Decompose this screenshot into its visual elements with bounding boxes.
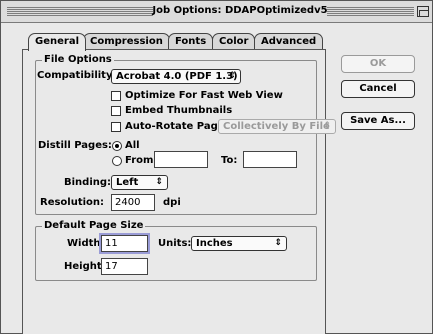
compatibility-popup[interactable]: Acrobat 4.0 (PDF 1.3) ⇕ [111,69,241,84]
to-page-field[interactable] [243,151,297,168]
window-title: Job Options: DDAPOptimizedv5 [152,5,328,16]
file-options-title: File Options [42,54,114,66]
auto-rotate-value: Collectively By File [223,121,330,132]
title-stripes-left [7,7,153,17]
from-page-field[interactable] [154,151,208,168]
auto-rotate-checkbox[interactable] [111,122,121,132]
tab-advanced[interactable]: Advanced [254,33,324,50]
updown-arrows-icon: ⇕ [323,121,331,131]
tab-color[interactable]: Color [212,33,256,50]
tab-compression[interactable]: Compression [83,33,170,50]
optimize-web-checkbox[interactable] [111,91,121,101]
height-label: Height: [64,261,106,272]
tab-fonts[interactable]: Fonts [168,33,214,50]
binding-popup[interactable]: Left ⇕ [111,175,168,190]
ok-button[interactable]: OK [341,55,415,73]
distill-all-radio[interactable] [112,141,122,151]
resolution-unit: dpi [163,197,181,208]
distill-from-label: From: [125,155,158,166]
width-field[interactable]: 11 [101,235,148,252]
distill-all-label: All [125,140,140,151]
resolution-field[interactable]: 2400 [111,194,155,211]
updown-arrows-icon: ⇕ [228,71,236,81]
distill-pages-label: Distill Pages: [38,140,112,151]
job-options-window: Job Options: DDAPOptimizedv5 General Com… [0,0,433,334]
height-field[interactable]: 17 [101,258,148,275]
title-bar[interactable]: Job Options: DDAPOptimizedv5 [1,1,432,23]
optimize-web-label: Optimize For Fast Web View [125,90,283,101]
units-label: Units: [158,238,192,249]
binding-label: Binding: [64,177,112,188]
distill-to-label: To: [221,155,238,166]
compatibility-label: Compatibility: [37,70,117,81]
zoom-box-icon[interactable] [417,6,429,17]
resolution-label: Resolution: [40,197,105,208]
cancel-button[interactable]: Cancel [341,80,415,98]
binding-value: Left [116,177,139,188]
updown-arrows-icon: ⇕ [155,177,163,187]
updown-arrows-icon: ⇕ [274,238,282,248]
embed-thumbnails-checkbox[interactable] [111,106,121,116]
page-size-title: Default Page Size [42,220,146,232]
units-value: Inches [196,238,233,249]
embed-thumbnails-label: Embed Thumbnails [125,105,233,116]
units-popup[interactable]: Inches ⇕ [191,236,287,251]
auto-rotate-popup[interactable]: Collectively By File ⇕ [218,119,336,134]
general-tab-panel: File Options Compatibility: Acrobat 4.0 … [22,49,336,334]
width-label: Width: [67,238,105,249]
tab-general[interactable]: General [28,33,86,51]
save-as-button[interactable]: Save As... [341,112,415,130]
compatibility-value: Acrobat 4.0 (PDF 1.3) [116,71,238,82]
distill-from-radio[interactable] [112,156,122,166]
title-stripes-right [327,7,414,17]
